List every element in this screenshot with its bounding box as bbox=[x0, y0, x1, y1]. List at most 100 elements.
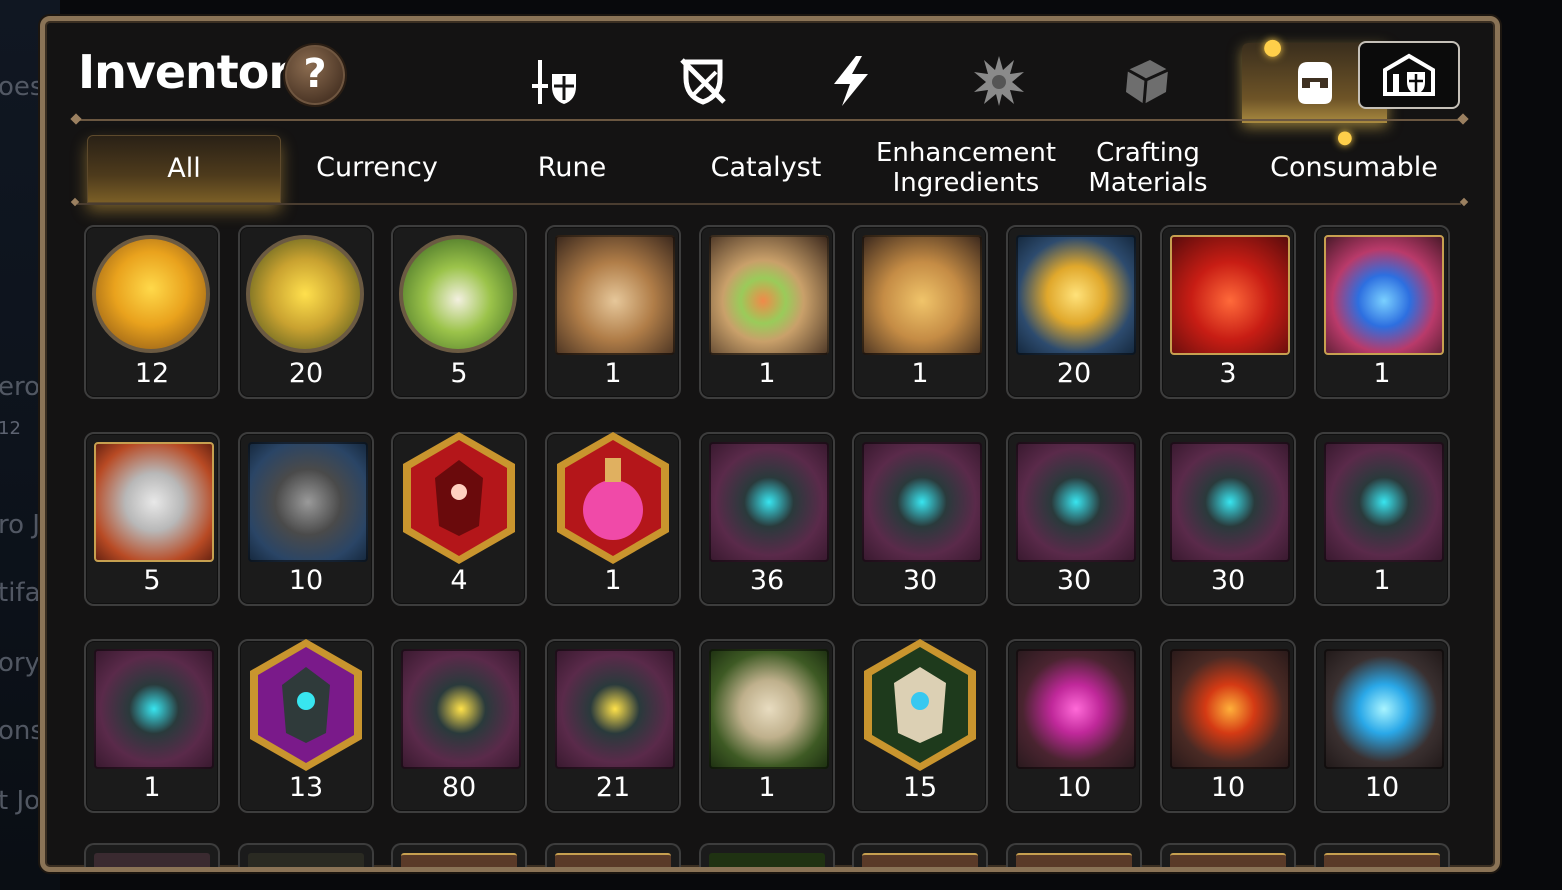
gold-chick-icon bbox=[92, 235, 210, 353]
gold-crystal-cluster-icon bbox=[1016, 235, 1136, 355]
lightning-icon bbox=[834, 56, 868, 106]
item-slot[interactable]: 1 bbox=[84, 639, 220, 813]
tab-all[interactable]: All bbox=[87, 135, 281, 203]
item-quantity: 30 bbox=[1056, 565, 1092, 596]
leaf-chick-icon bbox=[399, 235, 517, 353]
sparkle-icon: ● bbox=[1337, 127, 1353, 148]
item-quantity: 36 bbox=[749, 565, 785, 596]
item-slot-partial[interactable] bbox=[84, 843, 220, 867]
item-slot[interactable]: 15 bbox=[852, 639, 988, 813]
item-quantity: 21 bbox=[595, 772, 631, 803]
purple-star-rune-icon bbox=[246, 637, 366, 773]
rune-helmet-icon bbox=[862, 442, 982, 562]
item-quantity: 5 bbox=[143, 565, 161, 596]
item-quantity: 4 bbox=[450, 565, 468, 596]
silver-chest-icon bbox=[248, 442, 368, 562]
item-quantity: 30 bbox=[1210, 565, 1246, 596]
rune-sword-icon bbox=[709, 442, 829, 562]
item-slot[interactable]: 1 bbox=[699, 639, 835, 813]
item-slot[interactable]: 30 bbox=[852, 432, 988, 606]
tab-catalyst[interactable]: Catalyst bbox=[670, 135, 862, 201]
scroll-gold-icon bbox=[862, 235, 982, 355]
filter-tabs: All Currency Rune Catalyst Enhancement I… bbox=[87, 135, 1467, 203]
gold-hammer-rune-icon bbox=[401, 649, 521, 769]
item-slot[interactable]: 1 bbox=[1314, 225, 1450, 399]
tab-rune[interactable]: Rune bbox=[476, 135, 668, 201]
item-slot[interactable]: 10 bbox=[1160, 639, 1296, 813]
rune-boot-icon bbox=[1170, 442, 1290, 562]
item-quantity: 10 bbox=[288, 565, 324, 596]
background-text: ons bbox=[0, 716, 44, 746]
inventory-panel: Inventory ? ● All Currency Rune Catalyst… bbox=[40, 16, 1500, 872]
item-slot[interactable]: 5 bbox=[84, 432, 220, 606]
divider-ornament bbox=[1457, 113, 1469, 125]
background-text: 12 bbox=[0, 418, 21, 439]
item-slot-partial[interactable] bbox=[1006, 843, 1142, 867]
tab-skills[interactable] bbox=[781, 41, 921, 121]
item-slot[interactable]: 1 bbox=[545, 225, 681, 399]
item-slot[interactable]: 13 bbox=[238, 639, 374, 813]
item-slot-partial[interactable] bbox=[391, 843, 527, 867]
item-quantity: 1 bbox=[604, 358, 622, 389]
item-quantity: 10 bbox=[1210, 772, 1246, 803]
item-quantity: 12 bbox=[134, 358, 170, 389]
item-slot-partial[interactable] bbox=[1314, 843, 1450, 867]
burst-icon bbox=[974, 56, 1024, 106]
item-slot[interactable]: 21 bbox=[545, 639, 681, 813]
item-slot[interactable]: 1 bbox=[1314, 432, 1450, 606]
tab-currency[interactable]: Currency bbox=[281, 135, 473, 201]
pink-potion-icon bbox=[553, 430, 673, 566]
item-slot[interactable]: 4 bbox=[391, 432, 527, 606]
red-star-stone-icon bbox=[399, 430, 519, 566]
item-slot[interactable]: 30 bbox=[1006, 432, 1142, 606]
item-slot-partial[interactable] bbox=[852, 843, 988, 867]
pink-orb-icon bbox=[1016, 649, 1136, 769]
item-slot[interactable]: 30 bbox=[1160, 432, 1296, 606]
gold-bolt-rune-icon bbox=[555, 649, 675, 769]
item-slot[interactable]: 1 bbox=[852, 225, 988, 399]
item-slot[interactable]: 20 bbox=[238, 225, 374, 399]
item-slot[interactable]: 5 bbox=[391, 225, 527, 399]
tab-enhancement-ingredients[interactable]: Enhancement Ingredients bbox=[865, 135, 1067, 201]
scroll-rainbow-icon bbox=[709, 235, 829, 355]
hero-shop-icon bbox=[1383, 53, 1435, 96]
stone-sword-rune-icon bbox=[709, 649, 829, 769]
item-slot[interactable]: 80 bbox=[391, 639, 527, 813]
item-slot[interactable]: 1 bbox=[545, 432, 681, 606]
item-slot[interactable]: 1 bbox=[699, 225, 835, 399]
item-slot[interactable]: 3 bbox=[1160, 225, 1296, 399]
hero-shop-button[interactable] bbox=[1358, 41, 1460, 109]
item-slot-partial[interactable] bbox=[545, 843, 681, 867]
item-slot-partial[interactable] bbox=[1160, 843, 1296, 867]
item-quantity: 13 bbox=[288, 772, 324, 803]
item-quantity: 5 bbox=[450, 358, 468, 389]
item-quantity: 1 bbox=[911, 358, 929, 389]
item-quantity: 1 bbox=[143, 772, 161, 803]
item-slot[interactable]: 10 bbox=[1006, 639, 1142, 813]
background-text: oes bbox=[0, 72, 44, 102]
item-slot[interactable]: 12 bbox=[84, 225, 220, 399]
item-slot-partial[interactable] bbox=[699, 843, 835, 867]
tab-equipment[interactable] bbox=[633, 41, 773, 121]
item-quantity: 1 bbox=[1373, 358, 1391, 389]
tab-consumable[interactable]: Consumable bbox=[1251, 135, 1457, 201]
rune-armor-icon bbox=[1016, 442, 1136, 562]
item-quantity: 3 bbox=[1219, 358, 1237, 389]
item-slot[interactable]: 10 bbox=[1314, 639, 1450, 813]
stone-star-rune-icon bbox=[860, 637, 980, 773]
tab-heroes[interactable] bbox=[485, 41, 625, 121]
tab-cube[interactable] bbox=[1077, 41, 1217, 121]
gold-chest-icon bbox=[94, 442, 214, 562]
background-text: tifa bbox=[0, 578, 41, 608]
tab-burst[interactable] bbox=[929, 41, 1069, 121]
divider bbox=[77, 119, 1461, 121]
item-slot[interactable]: 10 bbox=[238, 432, 374, 606]
help-button[interactable]: ? bbox=[283, 43, 347, 107]
bag-icon bbox=[1297, 62, 1332, 104]
item-slot-partial[interactable] bbox=[238, 843, 374, 867]
rune-ring-icon bbox=[1324, 442, 1444, 562]
item-slot[interactable]: 36 bbox=[699, 432, 835, 606]
sparkle-icon: ● bbox=[1263, 35, 1283, 60]
item-slot[interactable]: 20 bbox=[1006, 225, 1142, 399]
tab-crafting-materials[interactable]: Crafting Materials bbox=[1062, 135, 1234, 201]
